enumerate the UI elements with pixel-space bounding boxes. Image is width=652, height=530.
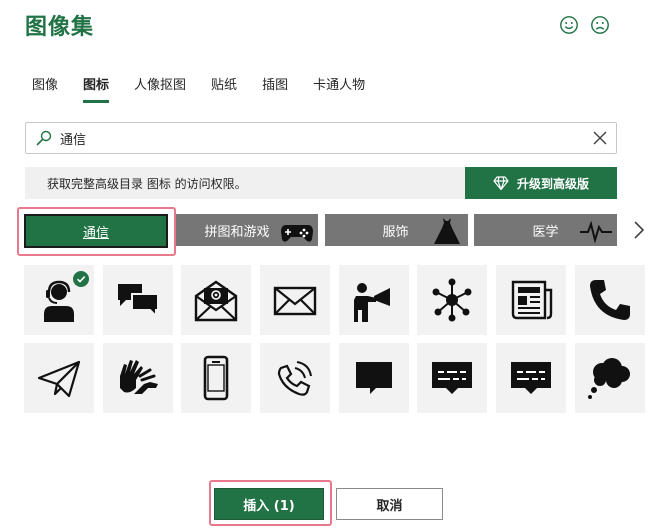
text-message-2-icon [511, 362, 552, 394]
cancel-button[interactable]: 取消 [336, 488, 443, 520]
tab-bar: 图像 图标 人像抠图 贴纸 插图 卡通人物 [32, 74, 390, 103]
tab-images[interactable]: 图像 [32, 74, 58, 103]
search-icon [26, 130, 56, 146]
close-icon [593, 131, 607, 145]
sign-language-icon [119, 360, 158, 394]
text-message-icon [432, 362, 473, 394]
icon-grid [24, 265, 645, 413]
heartbeat-icon [580, 220, 612, 244]
smile-feedback-button[interactable] [558, 14, 580, 36]
icon-tile[interactable] [417, 265, 488, 335]
phone-handset-icon [589, 280, 630, 320]
category-medical[interactable]: 医学 [474, 214, 617, 246]
envelope-icon [273, 286, 317, 316]
chevron-right-icon[interactable] [631, 219, 647, 241]
icon-tile[interactable] [260, 265, 331, 335]
dialog-title: 图像集 [25, 15, 95, 40]
category-communication[interactable]: 通信 [24, 214, 168, 248]
icon-tile[interactable] [338, 343, 409, 413]
icon-tile[interactable] [338, 265, 409, 335]
icon-tile[interactable] [496, 265, 567, 335]
search-input[interactable]: 通信 [56, 129, 584, 148]
network-hub-icon [432, 278, 472, 322]
mobile-phone-icon [204, 355, 229, 401]
icon-tile[interactable] [574, 343, 645, 413]
selected-check-icon [73, 271, 89, 287]
icon-tile[interactable] [24, 343, 94, 413]
tab-stickers[interactable]: 贴纸 [211, 74, 237, 103]
category-puzzles-games[interactable]: 拼图和游戏 [176, 214, 318, 246]
icon-tile[interactable] [496, 343, 567, 413]
gamepad-icon [281, 225, 313, 242]
icon-tile[interactable] [181, 343, 252, 413]
email-envelope-icon [195, 280, 238, 322]
speech-bubble-icon [355, 362, 392, 394]
category-clothing[interactable]: 服饰 [325, 214, 468, 246]
icon-tile[interactable] [181, 265, 252, 335]
paper-plane-icon [37, 360, 81, 398]
chat-bubbles-icon [117, 284, 159, 319]
category-label: 拼图和游戏 [204, 224, 270, 240]
icon-tile[interactable] [574, 265, 645, 335]
frown-feedback-button[interactable] [589, 14, 611, 36]
icon-tile[interactable] [102, 343, 173, 413]
dress-icon [434, 218, 460, 244]
tab-illustrations[interactable]: 插图 [262, 74, 288, 103]
category-label: 医学 [532, 224, 559, 240]
phone-ringing-icon [277, 361, 313, 396]
icon-tile[interactable] [260, 343, 331, 413]
icon-tile[interactable] [102, 265, 173, 335]
insert-button[interactable]: 插入 (1) [214, 488, 324, 520]
premium-banner: 获取完整高级目录 图标 的访问权限。 升级到高级版 [25, 167, 617, 199]
thought-bubble-icon [587, 358, 630, 399]
tab-cutout-people[interactable]: 人像抠图 [134, 74, 186, 103]
upgrade-button[interactable]: 升级到高级版 [465, 167, 617, 199]
category-strip: 通信 拼图和游戏 服饰 医学 [15, 207, 652, 257]
icon-tile[interactable] [417, 343, 488, 413]
category-label: 通信 [82, 225, 109, 241]
diamond-icon [493, 176, 509, 191]
tab-icons[interactable]: 图标 [83, 74, 110, 103]
search-box[interactable]: 通信 [25, 122, 617, 154]
tab-cartoon-people[interactable]: 卡通人物 [313, 74, 365, 103]
newspaper-icon [511, 280, 553, 320]
smile-face-icon [560, 16, 578, 34]
category-label: 服饰 [382, 224, 409, 240]
upgrade-button-label: 升级到高级版 [516, 176, 589, 191]
megaphone-person-icon [353, 283, 390, 322]
icon-tile[interactable] [24, 265, 94, 335]
clear-search-button[interactable] [584, 131, 616, 145]
frown-face-icon [591, 16, 609, 34]
